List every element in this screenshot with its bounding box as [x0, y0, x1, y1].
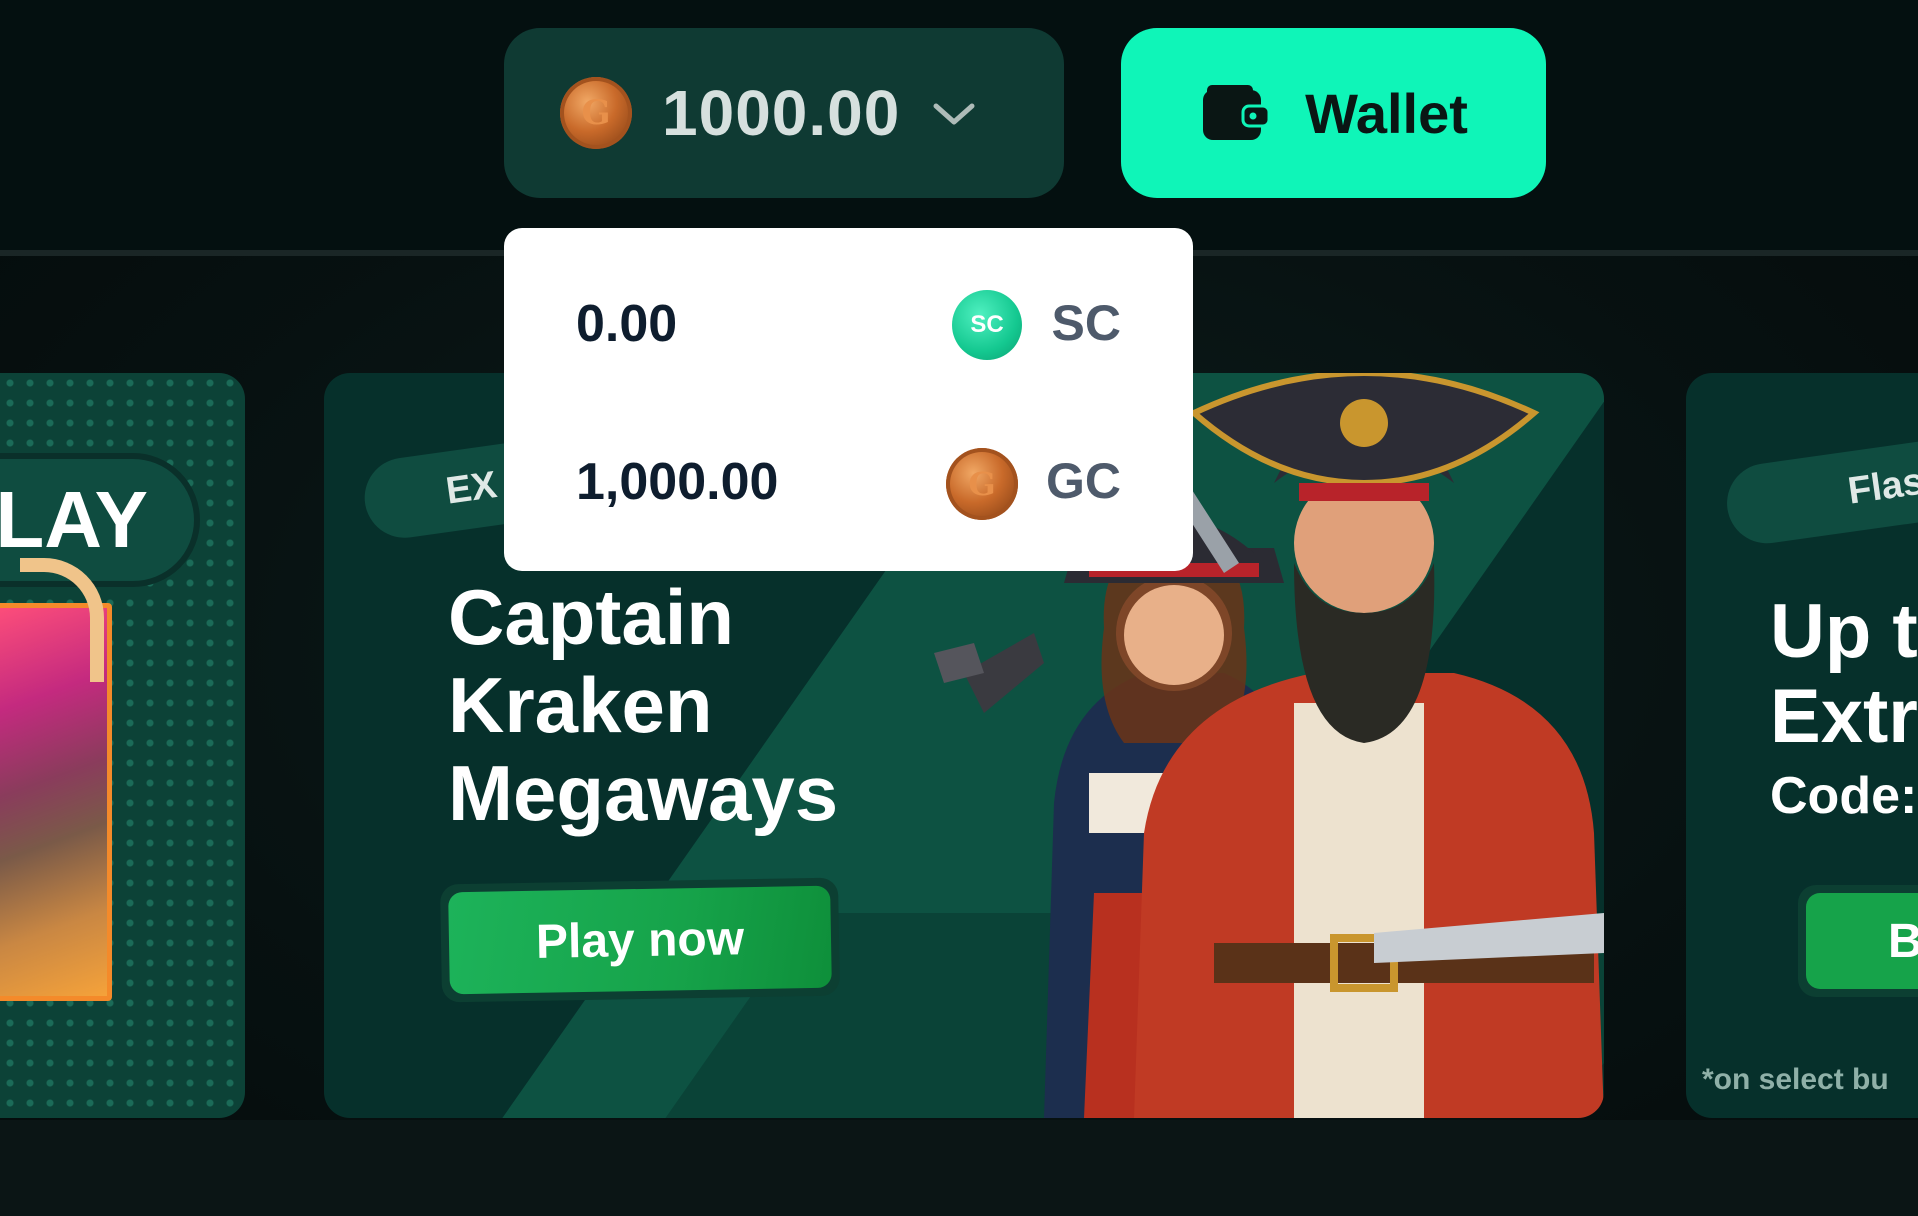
promo-code-label: Code: — [1770, 767, 1918, 825]
promo-card-left[interactable]: LAY — [0, 373, 245, 1118]
promo-button-label: B — [1806, 893, 1918, 989]
promo-card-right[interactable]: Flas Up t Extr Code: B *on select bu — [1686, 373, 1918, 1118]
game-title-line: Kraken — [448, 661, 713, 749]
promo-headline-line: Extr — [1770, 674, 1918, 759]
currency-amount: 0.00 — [576, 295, 678, 353]
gold-coin-icon — [946, 448, 1018, 520]
balance-amount: 1000.00 — [662, 77, 901, 149]
currency-option-sc[interactable]: 0.00 SC SC — [504, 248, 1193, 398]
card-tag-label: Flas — [1845, 460, 1918, 513]
card-tag-label: LAY — [0, 475, 148, 564]
currency-code: GC — [1046, 453, 1121, 509]
play-now-button[interactable]: Play now — [440, 877, 840, 1003]
wallet-label: Wallet — [1305, 81, 1468, 145]
game-title-line: Captain — [448, 573, 735, 661]
currency-option-gc[interactable]: 1,000.00 GC — [504, 406, 1193, 556]
chevron-down-icon[interactable] — [930, 98, 978, 128]
card-tag: Flas — [1721, 427, 1918, 549]
gold-coin-icon — [560, 77, 632, 149]
balance-selector[interactable]: 1000.00 — [504, 28, 1064, 198]
promo-headline-line: Up t — [1770, 589, 1918, 674]
sweeps-coin-icon: SC — [952, 290, 1022, 360]
game-title: Captain Kraken Megaways — [448, 573, 928, 837]
card-tag-label: EX — [443, 463, 500, 513]
currency-amount: 1,000.00 — [576, 453, 779, 511]
promo-footnote: *on select bu — [1702, 1063, 1889, 1096]
game-title-line: Megaways — [448, 749, 839, 837]
promo-button[interactable]: B — [1798, 885, 1918, 997]
currency-dropdown: 0.00 SC SC 1,000.00 GC — [504, 228, 1193, 571]
wallet-icon — [1203, 85, 1271, 140]
play-now-label: Play now — [448, 885, 832, 995]
footer-strip — [0, 1120, 1918, 1216]
currency-code: SC — [1051, 295, 1121, 351]
wallet-button[interactable]: Wallet — [1121, 28, 1546, 198]
